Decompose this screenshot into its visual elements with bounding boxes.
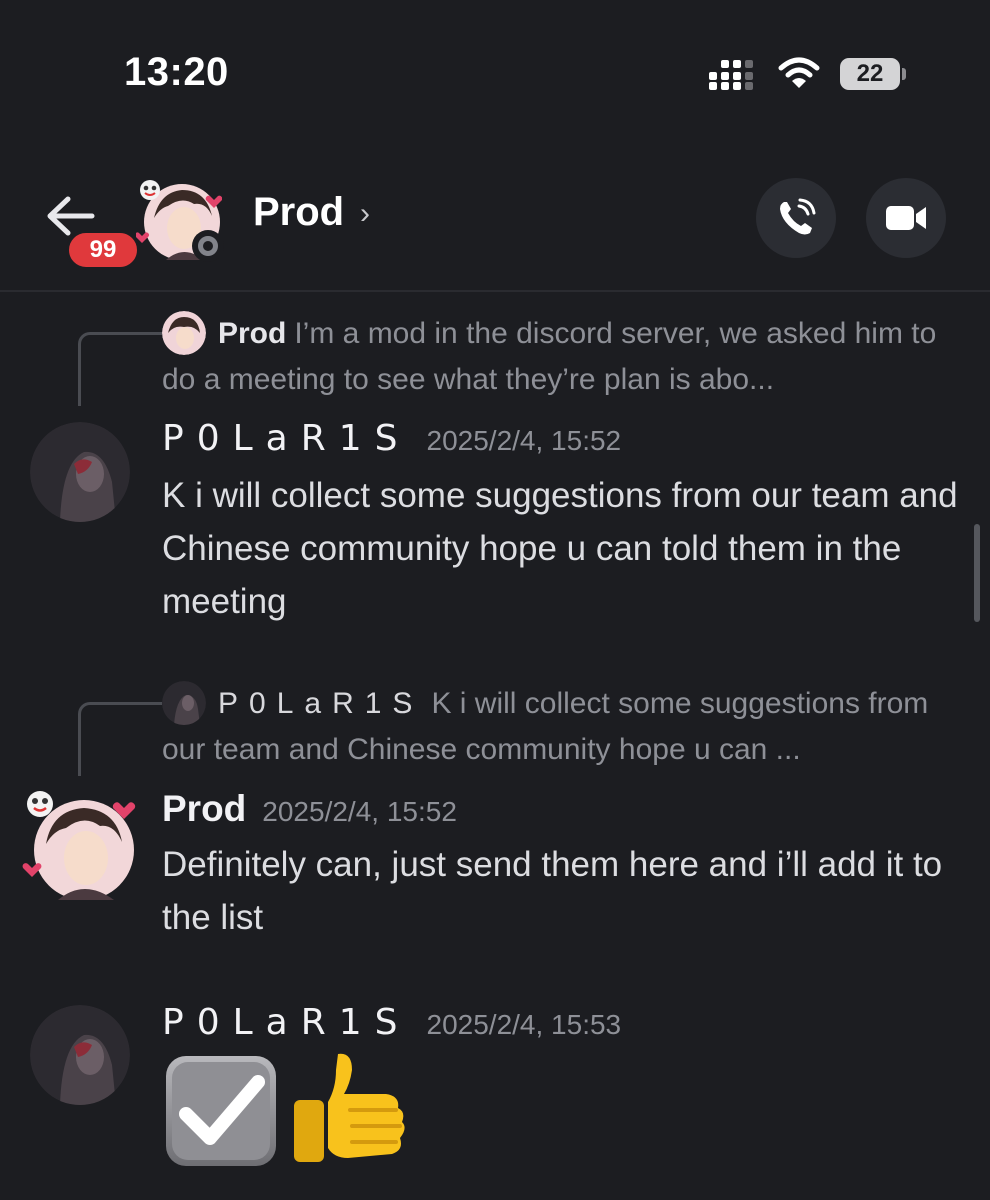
reply-author: Prod	[218, 317, 287, 350]
status-time: 13:20	[124, 50, 229, 94]
reply-connector	[78, 702, 162, 776]
message-header: P0LaR1S 2025/2/4, 15:53	[162, 1002, 621, 1043]
video-camera-icon	[886, 206, 926, 230]
unread-badge[interactable]: 99	[66, 230, 140, 270]
reply-author: P0LaR1S	[218, 687, 424, 720]
battery-cap	[902, 68, 906, 80]
message-header: Prod 2025/2/4, 15:52	[162, 788, 457, 830]
user-avatar[interactable]	[30, 1005, 130, 1105]
message-timestamp: 2025/2/4, 15:52	[426, 425, 622, 456]
scrollbar-thumb[interactable]	[974, 524, 980, 622]
cellular-signal-icon	[709, 58, 759, 92]
user-avatar[interactable]	[30, 422, 130, 522]
message-header: P0LaR1S 2025/2/4, 15:52	[162, 418, 621, 459]
message-timestamp: 2025/2/4, 15:53	[426, 1009, 622, 1040]
chevron-right-icon[interactable]: ›	[360, 197, 370, 231]
message-author[interactable]: P0LaR1S	[162, 1002, 411, 1043]
voice-call-button[interactable]	[756, 178, 836, 258]
header-divider	[0, 290, 990, 292]
reply-preview[interactable]: P0LaR1S K i will collect some suggestions…	[162, 681, 962, 773]
message-author[interactable]: Prod	[162, 788, 246, 829]
header-title[interactable]: Prod	[253, 190, 344, 235]
message-text[interactable]: K i will collect some suggestions from o…	[162, 469, 962, 628]
user-avatar[interactable]	[22, 788, 138, 904]
battery-indicator: 22	[840, 58, 900, 90]
reply-preview[interactable]: Prod I’m a mod in the discord server, we …	[162, 311, 962, 403]
message-timestamp: 2025/2/4, 15:52	[262, 796, 457, 827]
wifi-icon	[778, 57, 820, 88]
message-author[interactable]: P0LaR1S	[162, 418, 411, 459]
dm-screen: 13:20 22 99 Prod › Prod I’m a mod in the…	[0, 0, 990, 1200]
message-text[interactable]: Definitely can, just send them here and …	[162, 838, 962, 944]
reply-connector	[78, 332, 162, 406]
thumbs-up-emoji[interactable]	[290, 1050, 410, 1172]
phone-call-icon	[780, 198, 816, 235]
offline-status-icon	[192, 230, 224, 262]
video-call-button[interactable]	[866, 178, 946, 258]
check-mark-button-emoji[interactable]	[162, 1052, 280, 1170]
